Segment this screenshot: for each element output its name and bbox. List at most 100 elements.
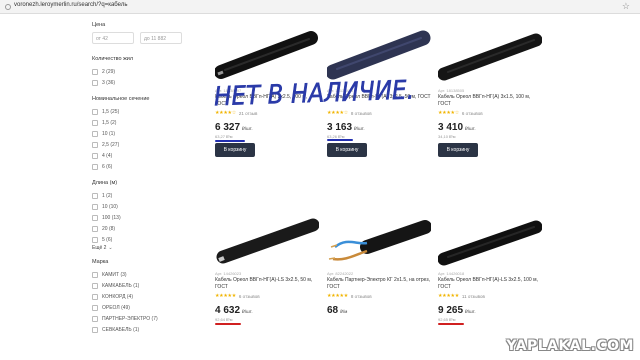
filter-option-label: СЕВКАБЕЛЬ (1)	[102, 326, 140, 333]
filter-option[interactable]: 1 (2)	[92, 190, 192, 201]
price: 3 410 ₽/шт.	[438, 122, 476, 133]
rating: ★★★★★ 11 отзывов	[438, 293, 485, 299]
checkbox[interactable]	[92, 225, 98, 232]
filter-option[interactable]: СЕВКАБЕЛЬ (1)	[92, 324, 192, 335]
checkbox[interactable]	[92, 293, 98, 300]
product-name[interactable]: Кабель Ореол ВВГп-НГ(А)-LS 3х2.5, 100 м,…	[438, 277, 542, 291]
pen-underline-mark	[327, 139, 353, 141]
filter-group-brand: Марка КАМИТ (3) КАМКАБЕЛЬ (1) КОНКОРД (4…	[92, 259, 192, 335]
filter-option[interactable]: 5 (6)	[92, 234, 192, 245]
filter-option[interactable]: 4 (4)	[92, 150, 192, 161]
price-unit: ₽/м	[340, 309, 348, 314]
filter-title: Марка	[92, 259, 109, 265]
product-card[interactable]: Арт. 14426023 Кабель Ореол ВВГп-НГ(А)-LS…	[215, 205, 319, 360]
product-name[interactable]: Кабель Ореол ВВГп-НГ(А)-LS 3х2.5, 50 м, …	[215, 277, 319, 291]
filter-option-label: 1,5 (25)	[102, 108, 120, 115]
price-range: от 42 до 11 882	[92, 32, 192, 44]
address-bar[interactable]: voronezh.leroymerlin.ru/search/?q=кабель…	[0, 0, 640, 14]
site-info-icon[interactable]	[5, 4, 11, 10]
checkbox[interactable]	[92, 119, 98, 126]
price-filter-title: Цена	[92, 22, 106, 28]
checkbox[interactable]	[92, 130, 98, 137]
price: 68 ₽/м	[327, 305, 347, 316]
article-number: Арт. 18138505	[438, 88, 465, 93]
checkbox[interactable]	[92, 141, 98, 148]
product-card[interactable]: Арт. 18138505 Кабель Ореол ВВГп-НГ(А) 3х…	[438, 22, 542, 187]
article-number: Арт. 14426023	[215, 271, 242, 276]
filter-option[interactable]: 3 (36)	[92, 77, 192, 88]
product-image[interactable]	[327, 205, 431, 267]
checkbox[interactable]	[92, 271, 98, 278]
product-card[interactable]: Арт. 82242022 Кабель Партнер-Электро КГ …	[327, 205, 431, 360]
checkbox[interactable]	[92, 326, 98, 333]
product-card[interactable]: Арт. 14426018 Кабель Ореол ВВГп-НГ(А)-LS…	[438, 205, 542, 360]
rating: ★★★★☆ 6 отзывов	[438, 110, 483, 116]
add-to-cart-button[interactable]: В корзину	[327, 143, 367, 157]
product-name[interactable]: Кабель Ореол ВВГп-НГ(А) 3х1.5, 100 м, ГО…	[438, 94, 542, 108]
watermark-logo: YAPLAKAL.COM	[506, 338, 634, 354]
filter-option[interactable]: 1,5 (2)	[92, 117, 192, 128]
star-rating-icon: ★★★★★	[327, 293, 348, 299]
filters-sidebar: Цена от 42 до 11 882 Количество жил 2 (2…	[92, 22, 192, 343]
price-unit: ₽/шт.	[465, 126, 476, 131]
review-count[interactable]: 6 отзывов	[462, 111, 483, 116]
review-count[interactable]: 6 отзывов	[239, 294, 260, 299]
filter-option-label: 6 (6)	[102, 163, 113, 170]
checkbox[interactable]	[92, 163, 98, 170]
price-value: 3 163	[327, 122, 353, 133]
product-name[interactable]: Кабель Партнер-Электро КГ 2х1.5, на отре…	[327, 277, 431, 291]
filter-option[interactable]: ОРЕОЛ (49)	[92, 302, 192, 313]
checkbox[interactable]	[92, 304, 98, 311]
filter-option-label: 3 (36)	[102, 79, 116, 86]
price-unit: ₽/шт.	[354, 126, 365, 131]
add-to-cart-button[interactable]: В корзину	[215, 143, 255, 157]
handwritten-annotation: НЕТ В НАЛИЧИЕ.	[213, 75, 415, 113]
filter-option-label: 100 (13)	[102, 214, 121, 221]
bookmark-star-icon[interactable]: ☆	[622, 1, 630, 12]
filter-option[interactable]: 6 (6)	[92, 161, 192, 172]
review-count[interactable]: 11 отзывов	[462, 294, 485, 299]
filter-option[interactable]: 10 (10)	[92, 201, 192, 212]
filter-option-label: 4 (4)	[102, 152, 113, 159]
article-number: Арт. 82242022	[327, 271, 354, 276]
filter-option[interactable]: 100 (13)	[92, 212, 192, 223]
filter-option[interactable]: 2,5 (27)	[92, 139, 192, 150]
url-text[interactable]: voronezh.leroymerlin.ru/search/?q=кабель	[14, 2, 127, 8]
price-per-meter: 63,27 ₽/м	[215, 134, 233, 139]
checkbox[interactable]	[92, 68, 98, 75]
product-image[interactable]	[215, 205, 319, 267]
checkbox[interactable]	[92, 236, 98, 243]
filter-option[interactable]: КОНКОРД (4)	[92, 291, 192, 302]
price-from-input[interactable]: от 42	[92, 32, 134, 44]
checkbox[interactable]	[92, 203, 98, 210]
add-to-cart-button[interactable]: В корзину	[438, 143, 478, 157]
checkbox[interactable]	[92, 315, 98, 322]
product-image[interactable]	[438, 22, 542, 84]
price-to-input[interactable]: до 11 882	[140, 32, 182, 44]
price-per-meter: 92,65 ₽/м	[438, 317, 456, 322]
filter-option-label: ПАРТНЕР-ЭЛЕКТРО (7)	[102, 315, 158, 322]
price-value: 68	[327, 305, 339, 316]
filter-option[interactable]: 2 (29)	[92, 66, 192, 77]
filter-group-section: Номинальное сечение 1,5 (25) 1,5 (2) 10 …	[92, 96, 192, 172]
product-image[interactable]	[438, 205, 542, 267]
review-count[interactable]: 8 отзывов	[351, 294, 372, 299]
checkbox[interactable]	[92, 108, 98, 115]
annotation-text: НЕТ В НАЛИЧИЕ.	[214, 75, 415, 112]
checkbox[interactable]	[92, 79, 98, 86]
checkbox[interactable]	[92, 282, 98, 289]
star-rating-icon: ★★★★☆	[438, 110, 459, 116]
checkbox[interactable]	[92, 192, 98, 199]
filter-option[interactable]: ПАРТНЕР-ЭЛЕКТРО (7)	[92, 313, 192, 324]
show-more-link[interactable]: Ещё 2 ⌄	[92, 245, 192, 251]
price-value: 9 265	[438, 305, 464, 316]
filter-option[interactable]: КАМИТ (3)	[92, 269, 192, 280]
checkbox[interactable]	[92, 152, 98, 159]
rating: ★★★★★ 8 отзывов	[327, 293, 372, 299]
filter-option[interactable]: 1,5 (25)	[92, 106, 192, 117]
filter-option[interactable]: 20 (8)	[92, 223, 192, 234]
filter-title: Длина (м)	[92, 180, 118, 186]
filter-option[interactable]: КАМКАБЕЛЬ (1)	[92, 280, 192, 291]
filter-option[interactable]: 10 (1)	[92, 128, 192, 139]
checkbox[interactable]	[92, 214, 98, 221]
